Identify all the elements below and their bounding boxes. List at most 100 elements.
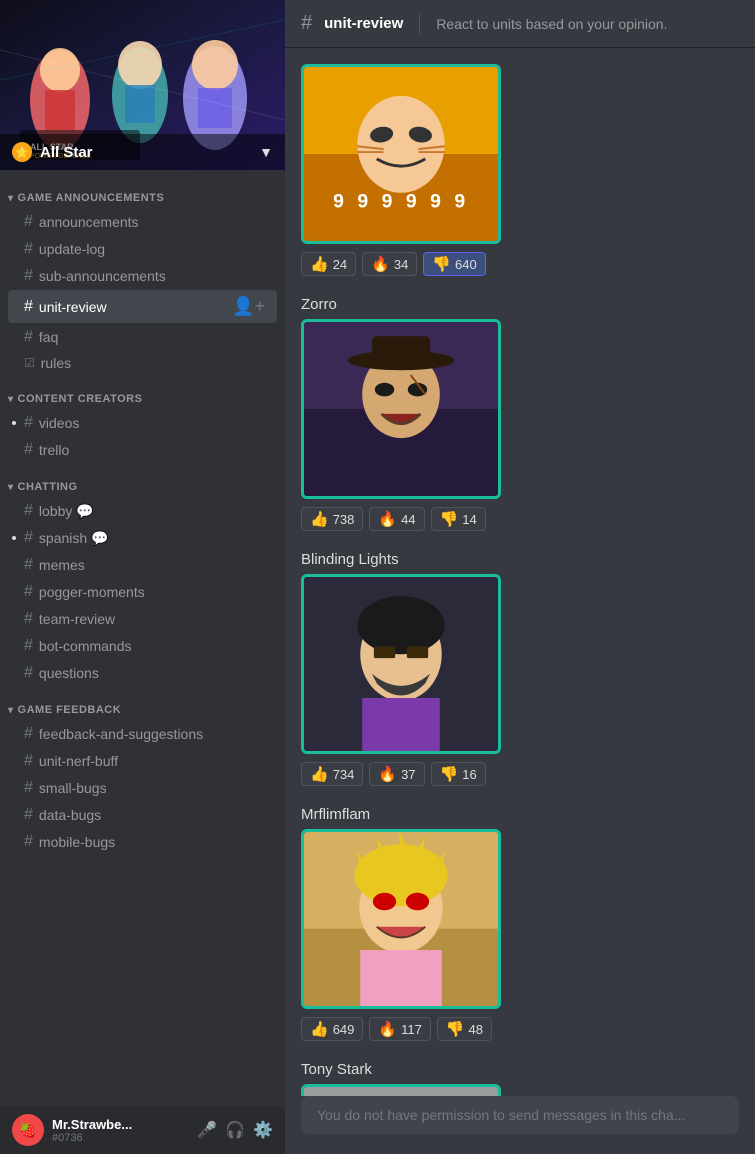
channel-item-faq[interactable]: # faq	[8, 324, 277, 350]
channel-item-announcements[interactable]: # announcements	[8, 209, 277, 235]
unit-image-blinding-lights	[301, 574, 501, 754]
hash-icon: #	[24, 806, 33, 824]
header-channel-name: unit-review	[324, 15, 403, 32]
server-chevron-icon: ▼	[259, 144, 273, 160]
category-header-content-creators[interactable]: ▾ CONTENT CREATORS	[0, 379, 285, 409]
main-content: # unit-review React to units based on yo…	[285, 0, 755, 1154]
reaction-fire[interactable]: 🔥 34	[362, 252, 417, 276]
hash-icon: #	[24, 779, 33, 797]
channel-item-unit-review[interactable]: # unit-review 👤+	[8, 290, 277, 323]
hash-icon: #	[24, 328, 33, 346]
hash-icon: #	[24, 240, 33, 258]
channel-item-feedback-and-suggestions[interactable]: # feedback-and-suggestions	[8, 721, 277, 747]
unit-image-zorro	[301, 319, 501, 499]
server-icon: ⭐	[12, 142, 32, 162]
hash-icon: #	[24, 267, 33, 285]
checkbox-icon: ☑	[24, 356, 35, 370]
svg-text:9: 9	[430, 190, 441, 212]
add-member-icon[interactable]: 👤+	[228, 294, 269, 319]
svg-text:9: 9	[454, 190, 465, 212]
unit-section-mrflimflam: Mrflimflam	[301, 806, 739, 1041]
hash-icon: #	[24, 556, 33, 574]
hash-icon: #	[24, 414, 33, 432]
channel-item-memes[interactable]: # memes	[8, 552, 277, 578]
channel-item-questions[interactable]: # questions	[8, 660, 277, 686]
channel-item-bot-commands[interactable]: # bot-commands	[8, 633, 277, 659]
reaction-thumbsdown[interactable]: 👎 16	[431, 762, 486, 786]
reaction-thumbsdown[interactable]: 👎 640	[423, 252, 485, 276]
hash-icon: #	[24, 298, 33, 316]
svg-text:9: 9	[382, 190, 393, 212]
category-arrow-icon: ▾	[8, 394, 14, 405]
app-container: ALL STAR POWER DEFENSE ⭐ All Star ▼ ▾ GA…	[0, 0, 755, 1154]
unit-title-mrflimflam: Mrflimflam	[301, 806, 739, 823]
message-input-area: You do not have permission to send messa…	[285, 1096, 755, 1154]
unit-image-tony-stark	[301, 1084, 501, 1096]
unit-section-zorro: Zorro	[301, 296, 739, 531]
sidebar: ALL STAR POWER DEFENSE ⭐ All Star ▼ ▾ GA…	[0, 0, 285, 1154]
hash-icon: #	[24, 529, 33, 547]
category-chatting: ▾ CHATTING # lobby 💬 # spanish 💬 # memes	[0, 467, 285, 686]
reaction-fire[interactable]: 🔥 117	[369, 1017, 430, 1041]
channel-item-data-bugs[interactable]: # data-bugs	[8, 802, 277, 828]
unit-section-1: 9 9 9 9 9 9 👍 24 🔥 34	[301, 64, 739, 276]
channel-item-unit-nerf-buff[interactable]: # unit-nerf-buff	[8, 748, 277, 774]
channel-item-trello[interactable]: # trello	[8, 437, 277, 463]
user-bar: 🍓 Mr.Strawbe... #0736 🎤 🎧 ⚙️	[0, 1106, 285, 1154]
settings-icon[interactable]: ⚙️	[253, 1120, 273, 1140]
category-content-creators: ▾ CONTENT CREATORS # videos # trello	[0, 379, 285, 463]
category-header-game-feedback[interactable]: ▾ GAME FEEDBACK	[0, 690, 285, 720]
unit-title-blinding-lights: Blinding Lights	[301, 551, 739, 568]
username: Mr.Strawbe...	[52, 1117, 189, 1132]
channel-item-small-bugs[interactable]: # small-bugs	[8, 775, 277, 801]
messages-area[interactable]: 9 9 9 9 9 9 👍 24 🔥 34	[285, 48, 755, 1096]
user-discriminator: #0736	[52, 1132, 189, 1144]
reactions-mrflimflam: 👍 649 🔥 117 👎 48	[301, 1017, 739, 1041]
category-header-game-announcements[interactable]: ▾ GAME ANNOUNCEMENTS	[0, 178, 285, 208]
reaction-thumbsdown[interactable]: 👎 14	[431, 507, 486, 531]
server-banner[interactable]: ALL STAR POWER DEFENSE ⭐ All Star ▼	[0, 0, 285, 170]
deafen-icon[interactable]: 🎧	[225, 1120, 245, 1140]
hash-icon: #	[24, 441, 33, 459]
avatar: 🍓	[12, 1114, 44, 1146]
reaction-thumbsup[interactable]: 👍 738	[301, 507, 363, 531]
category-arrow-icon: ▾	[8, 193, 14, 204]
category-header-chatting[interactable]: ▾ CHATTING	[0, 467, 285, 497]
hash-icon: #	[24, 752, 33, 770]
reaction-thumbsup[interactable]: 👍 24	[301, 252, 356, 276]
header-divider	[419, 14, 420, 34]
category-game-feedback: ▾ GAME FEEDBACK # feedback-and-suggestio…	[0, 690, 285, 855]
unit-section-blinding-lights: Blinding Lights	[301, 551, 739, 786]
unit-title-zorro: Zorro	[301, 296, 739, 313]
svg-text:9: 9	[333, 190, 344, 212]
channel-item-mobile-bugs[interactable]: # mobile-bugs	[8, 829, 277, 855]
svg-text:9: 9	[406, 190, 417, 212]
reaction-fire[interactable]: 🔥 44	[369, 507, 424, 531]
mute-icon[interactable]: 🎤	[197, 1120, 217, 1140]
reaction-thumbsup[interactable]: 👍 734	[301, 762, 363, 786]
channel-item-team-review[interactable]: # team-review	[8, 606, 277, 632]
category-game-announcements: ▾ GAME ANNOUNCEMENTS # announcements # u…	[0, 178, 285, 375]
server-banner-overlay: ⭐ All Star ▼	[0, 134, 285, 170]
channel-item-pogger-moments[interactable]: # pogger-moments	[8, 579, 277, 605]
channel-item-spanish[interactable]: # spanish 💬	[8, 525, 277, 551]
channel-item-videos[interactable]: # videos	[8, 410, 277, 436]
channel-item-update-log[interactable]: # update-log	[8, 236, 277, 262]
hash-icon: #	[24, 637, 33, 655]
reaction-fire[interactable]: 🔥 37	[369, 762, 424, 786]
reaction-thumbsup[interactable]: 👍 649	[301, 1017, 363, 1041]
channel-item-sub-announcements[interactable]: # sub-announcements	[8, 263, 277, 289]
unit-image-mrflimflam	[301, 829, 501, 1009]
unread-indicator	[12, 421, 16, 425]
channel-item-lobby[interactable]: # lobby 💬	[8, 498, 277, 524]
channel-item-rules[interactable]: ☑ rules	[8, 351, 277, 375]
server-name: All Star	[40, 144, 251, 161]
hash-icon: #	[24, 833, 33, 851]
user-info: Mr.Strawbe... #0736	[52, 1117, 189, 1144]
hash-icon: #	[24, 664, 33, 682]
channel-list: ▾ GAME ANNOUNCEMENTS # announcements # u…	[0, 170, 285, 1106]
unit-title-tony-stark: Tony Stark	[301, 1061, 739, 1078]
hash-icon: #	[24, 583, 33, 601]
category-arrow-icon: ▾	[8, 482, 14, 493]
reaction-thumbsdown[interactable]: 👎 48	[437, 1017, 492, 1041]
